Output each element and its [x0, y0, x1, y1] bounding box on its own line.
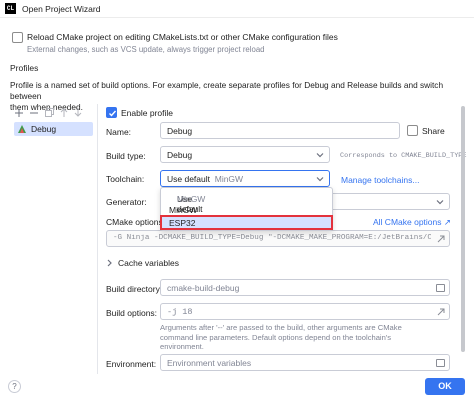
build-type-value: Debug [167, 150, 193, 160]
profile-list-item-label: Debug [31, 124, 57, 134]
toolchain-dropdown: Use default MinGW MinGW ESP32 [160, 187, 333, 231]
generator-select[interactable] [330, 193, 450, 210]
dropdown-option-label: MinGW [169, 205, 198, 215]
profile-list-item[interactable]: Debug [14, 122, 93, 136]
build-options-value: -j 18 [167, 307, 193, 317]
dropdown-option-esp32[interactable]: ESP32 [160, 215, 333, 230]
cmake-profile-icon [18, 125, 26, 133]
chevron-right-icon[interactable] [106, 259, 113, 267]
add-icon[interactable] [15, 109, 23, 117]
expand-icon[interactable] [437, 235, 445, 243]
build-type-hint: Corresponds to CMAKE_BUILD_TYPE [340, 152, 467, 160]
reload-label: Reload CMake project on editing CMakeLis… [27, 32, 338, 42]
all-cmake-options-link[interactable]: All CMake options ↗ [373, 217, 451, 228]
build-directory-label: Build directory: [106, 284, 163, 294]
enable-profile-checkbox[interactable] [106, 107, 117, 118]
generator-label: Generator: [106, 197, 147, 207]
move-up-icon[interactable] [60, 108, 68, 117]
environment-placeholder: Environment variables [167, 358, 252, 368]
all-cmake-options-label: All CMake options [373, 217, 442, 227]
ok-button[interactable]: OK [425, 378, 465, 395]
chevron-down-icon [436, 200, 444, 205]
build-directory-placeholder: cmake-build-debug [167, 283, 240, 293]
remove-icon[interactable] [30, 109, 38, 117]
build-options-field[interactable]: -j 18 [160, 303, 450, 320]
build-options-hint: Arguments after '--' are passed to the b… [160, 323, 450, 352]
external-link-icon: ↗ [443, 217, 452, 227]
dropdown-option-use-default[interactable]: Use default MinGW [161, 190, 332, 214]
scrollbar[interactable] [461, 106, 465, 352]
build-options-hint-line3: environment. [160, 342, 204, 351]
environment-field[interactable]: Environment variables [160, 354, 450, 371]
build-directory-field[interactable]: cmake-build-debug [160, 279, 450, 296]
clion-app-icon: CL [5, 3, 16, 14]
profile-list-toolbar [12, 107, 92, 119]
reload-checkbox[interactable] [12, 32, 23, 43]
move-down-icon[interactable] [74, 108, 82, 117]
checkmark-icon [109, 110, 117, 117]
build-options-label: Build options: [106, 308, 158, 318]
dropdown-option-label: ESP32 [169, 218, 196, 228]
build-options-hint-line1: Arguments after '--' are passed to the b… [160, 323, 402, 332]
name-label: Name: [106, 127, 132, 137]
toolchain-select[interactable]: Use default MinGW [160, 170, 330, 187]
dropdown-option-mingw[interactable]: MinGW [161, 203, 332, 216]
toolchain-value-name: Use default [167, 174, 210, 184]
environment-label: Environment: [106, 359, 157, 369]
chevron-down-icon [316, 153, 324, 158]
toolchain-value: Use default MinGW [167, 174, 243, 184]
chevron-down-icon [316, 177, 324, 182]
window-title: Open Project Wizard [22, 4, 101, 14]
folder-icon[interactable] [436, 284, 445, 292]
enable-profile-label: Enable profile [121, 108, 173, 118]
toolchain-label: Toolchain: [106, 174, 145, 184]
name-value: Debug [167, 126, 193, 136]
copy-icon[interactable] [45, 108, 54, 117]
cmake-options-field[interactable]: -G Ninja -DCMAKE_BUILD_TYPE=Debug "-DCMA… [106, 230, 450, 247]
profiles-description-line1: Profile is a named set of build options.… [10, 80, 444, 101]
manage-toolchains-link[interactable]: Manage toolchains... [341, 175, 419, 185]
profiles-heading: Profiles [10, 63, 39, 73]
toolchain-value-detail: MinGW [214, 174, 244, 184]
reload-hint: External changes, such as VCS update, al… [27, 45, 265, 54]
build-type-label: Build type: [106, 151, 146, 161]
share-checkbox[interactable] [407, 125, 418, 136]
share-label: Share [422, 126, 445, 136]
edit-environment-icon[interactable] [436, 359, 445, 367]
name-field[interactable]: Debug [160, 122, 400, 139]
panel-divider [97, 104, 98, 374]
cache-variables-toggle[interactable]: Cache variables [118, 258, 179, 268]
cmake-options-label: CMake options [106, 217, 163, 227]
build-type-select[interactable]: Debug [160, 146, 330, 163]
build-options-hint-line2: command line parameters. Default options… [160, 332, 392, 342]
expand-icon[interactable] [437, 308, 445, 316]
cmake-options-value: -G Ninja -DCMAKE_BUILD_TYPE=Debug "-DCMA… [113, 234, 431, 242]
help-button[interactable]: ? [8, 380, 21, 393]
